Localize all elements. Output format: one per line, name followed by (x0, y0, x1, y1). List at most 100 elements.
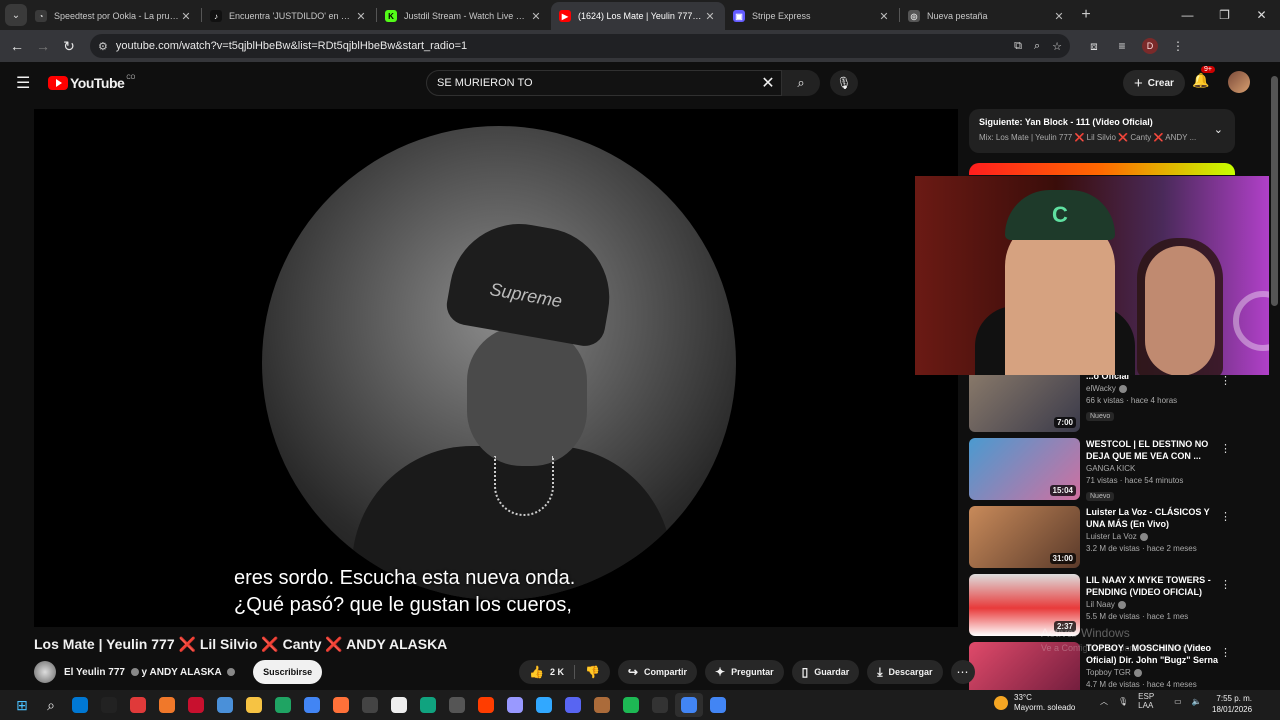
chevron-down-icon[interactable]: ⌄ (1214, 123, 1223, 136)
picture-in-picture-stream[interactable]: C (915, 176, 1269, 375)
search-icon[interactable]: ⌕ (37, 693, 65, 717)
close-tab-icon[interactable]: ✕ (354, 10, 368, 23)
close-tab-icon[interactable]: ✕ (529, 10, 543, 23)
weather-widget[interactable]: 33°C Mayorm. soleado (994, 693, 1075, 713)
account-avatar[interactable] (1228, 71, 1250, 93)
video-captions: eres sordo. Escucha esta nueva onda. ¿Qu… (234, 567, 576, 616)
taskbar-app-icon[interactable] (472, 693, 500, 717)
video-thumbnail[interactable]: 7:00 (969, 370, 1080, 432)
site-info-icon[interactable]: ⚙ (98, 40, 108, 53)
video-player[interactable]: Supreme eres sordo. Escucha esta nueva o… (34, 109, 958, 627)
bookmark-star-icon[interactable]: ☆ (1052, 40, 1062, 53)
clock[interactable]: 7:55 p. m. 18/01/2026 (1212, 693, 1252, 715)
new-tab-button[interactable]: + (1074, 6, 1098, 24)
playlist-next-card[interactable]: Siguiente: Yan Block - 111 (Video Oficia… (969, 109, 1235, 153)
download-button[interactable]: ⤓ Descargar (867, 660, 943, 684)
back-icon[interactable]: ← (4, 38, 30, 54)
more-options-icon[interactable]: ⋮ (1220, 646, 1231, 659)
taskbar-app-icon[interactable] (211, 693, 239, 717)
search-input[interactable]: SE MURIERON TO ✕ (426, 70, 782, 96)
search-icon[interactable]: ⌕ (782, 70, 820, 96)
related-video[interactable]: 15:04 WESTCOL | EL DESTINO NO DEJA QUE M… (969, 438, 1269, 506)
related-video[interactable]: 7:00 ...o Oficial elWacky 66 k vistas · … (969, 370, 1269, 438)
taskbar-app-icon[interactable] (530, 693, 558, 717)
taskbar-app-icon[interactable] (124, 693, 152, 717)
taskbar-app-icon[interactable] (646, 693, 674, 717)
forward-icon[interactable]: → (30, 38, 56, 54)
restore-icon[interactable]: ❐ (1206, 0, 1243, 30)
taskbar-app-icon[interactable] (501, 693, 529, 717)
chrome-icon: ◎ (908, 10, 920, 22)
reload-icon[interactable]: ↻ (56, 38, 82, 55)
taskbar-app-icon[interactable] (269, 693, 297, 717)
taskbar-app-icon[interactable] (588, 693, 616, 717)
media-controls-icon[interactable]: ≡ (1108, 39, 1136, 53)
taskbar-app-icon[interactable] (675, 693, 703, 717)
browser-tab[interactable]: ♪Encuentra 'JUSTDILDO' en TikTok |✕ (202, 2, 376, 30)
zoom-icon[interactable]: ⌕ (1034, 40, 1040, 53)
more-options-icon[interactable]: ⋮ (1220, 510, 1231, 523)
more-options-icon[interactable]: ⋮ (1220, 442, 1231, 455)
like-button[interactable]: 👍 2 K 👎 (519, 660, 610, 684)
more-actions-icon[interactable]: ⋯ (950, 660, 975, 684)
thumbs-up-icon: 👍 (529, 665, 544, 679)
taskbar-app-icon[interactable] (414, 693, 442, 717)
close-window-icon[interactable]: ✕ (1243, 0, 1280, 30)
install-app-icon[interactable]: ⧉ (1014, 40, 1022, 53)
share-button[interactable]: ↪ Compartir (617, 660, 697, 684)
taskbar-app-icon[interactable] (443, 693, 471, 717)
start-icon[interactable]: ⊞ (8, 693, 36, 717)
close-tab-icon[interactable]: ✕ (703, 10, 717, 23)
notifications-icon[interactable]: 🔔 9+ (1192, 66, 1215, 89)
create-button[interactable]: + Crear (1123, 70, 1185, 96)
video-thumbnail[interactable]: 15:04 (969, 438, 1080, 500)
scrollbar[interactable] (1271, 76, 1278, 306)
taskbar-app-icon[interactable] (182, 693, 210, 717)
language-indicator[interactable]: ESP LAA (1138, 692, 1164, 710)
tiktok-icon: ♪ (210, 10, 222, 22)
taskbar-app-icon[interactable] (385, 693, 413, 717)
tab-search-icon[interactable]: ⌄ (5, 4, 27, 26)
clear-search-icon[interactable]: ✕ (755, 73, 781, 93)
url-input[interactable]: ⚙ youtube.com/watch?v=t5qjblHbeBw&list=R… (90, 34, 1070, 58)
taskbar-app-icon[interactable] (298, 693, 326, 717)
close-tab-icon[interactable]: ✕ (179, 10, 193, 23)
profile-avatar[interactable]: D (1142, 38, 1158, 54)
minimize-icon[interactable]: — (1169, 0, 1206, 30)
subscribe-button[interactable]: Suscribirse (253, 660, 323, 684)
more-options-icon[interactable]: ⋮ (1220, 374, 1231, 387)
browser-tab[interactable]: ◎ Nueva pestaña ✕ (900, 2, 1074, 30)
taskbar-app-icon[interactable] (559, 693, 587, 717)
taskbar-app-icon[interactable] (240, 693, 268, 717)
browser-tab[interactable]: ▣ Stripe Express ✕ (725, 2, 899, 30)
ask-button[interactable]: ✦ Preguntar (705, 660, 784, 684)
taskbar-app-icon[interactable] (704, 693, 732, 717)
taskbar-app-icon[interactable] (356, 693, 384, 717)
taskbar-app-icon[interactable] (95, 693, 123, 717)
browser-tab[interactable]: KJustdil Stream - Watch Live on Kick✕ (377, 2, 551, 30)
more-options-icon[interactable]: ⋮ (1220, 578, 1231, 591)
hamburger-menu-icon[interactable]: ☰ (16, 73, 40, 93)
related-video[interactable]: 31:00 Luister La Voz - CLÁSICOS Y UNA MÁ… (969, 506, 1269, 574)
browser-tab[interactable]: ◔Speedtest por Ookla - La prueba de✕ (27, 2, 201, 30)
close-tab-icon[interactable]: ✕ (877, 10, 891, 23)
microphone-icon[interactable]: 🎙 (830, 70, 858, 96)
channel-avatar[interactable] (34, 661, 56, 683)
taskbar-app-icon[interactable] (153, 693, 181, 717)
network-icon[interactable]: ▭ (1174, 697, 1182, 706)
close-tab-icon[interactable]: ✕ (1052, 10, 1066, 23)
taskbar-app-icon[interactable] (617, 693, 645, 717)
browser-tab-active[interactable]: ▶(1624) Los Mate | Yeulin 777 ❌ Lil✕ (551, 2, 725, 30)
taskbar-app-icon[interactable] (327, 693, 355, 717)
browser-menu-icon[interactable]: ⋮ (1164, 39, 1192, 53)
channel-name[interactable]: El Yeulin 777 y ANDY ALASKA (64, 667, 236, 678)
extensions-icon[interactable]: ⧈ (1080, 39, 1108, 54)
taskbar-app-icon[interactable] (66, 693, 94, 717)
dislike-button[interactable]: 👎 (573, 665, 610, 679)
microphone-tray-icon[interactable]: 🎙 (1118, 697, 1128, 706)
save-button[interactable]: ▯ Guardar (791, 660, 860, 684)
video-thumbnail[interactable]: 31:00 (969, 506, 1080, 568)
youtube-logo[interactable]: YouTube CO (48, 75, 135, 91)
tray-chevron-icon[interactable]: ︿ (1100, 696, 1108, 707)
volume-icon[interactable]: 🔈 (1192, 697, 1202, 706)
